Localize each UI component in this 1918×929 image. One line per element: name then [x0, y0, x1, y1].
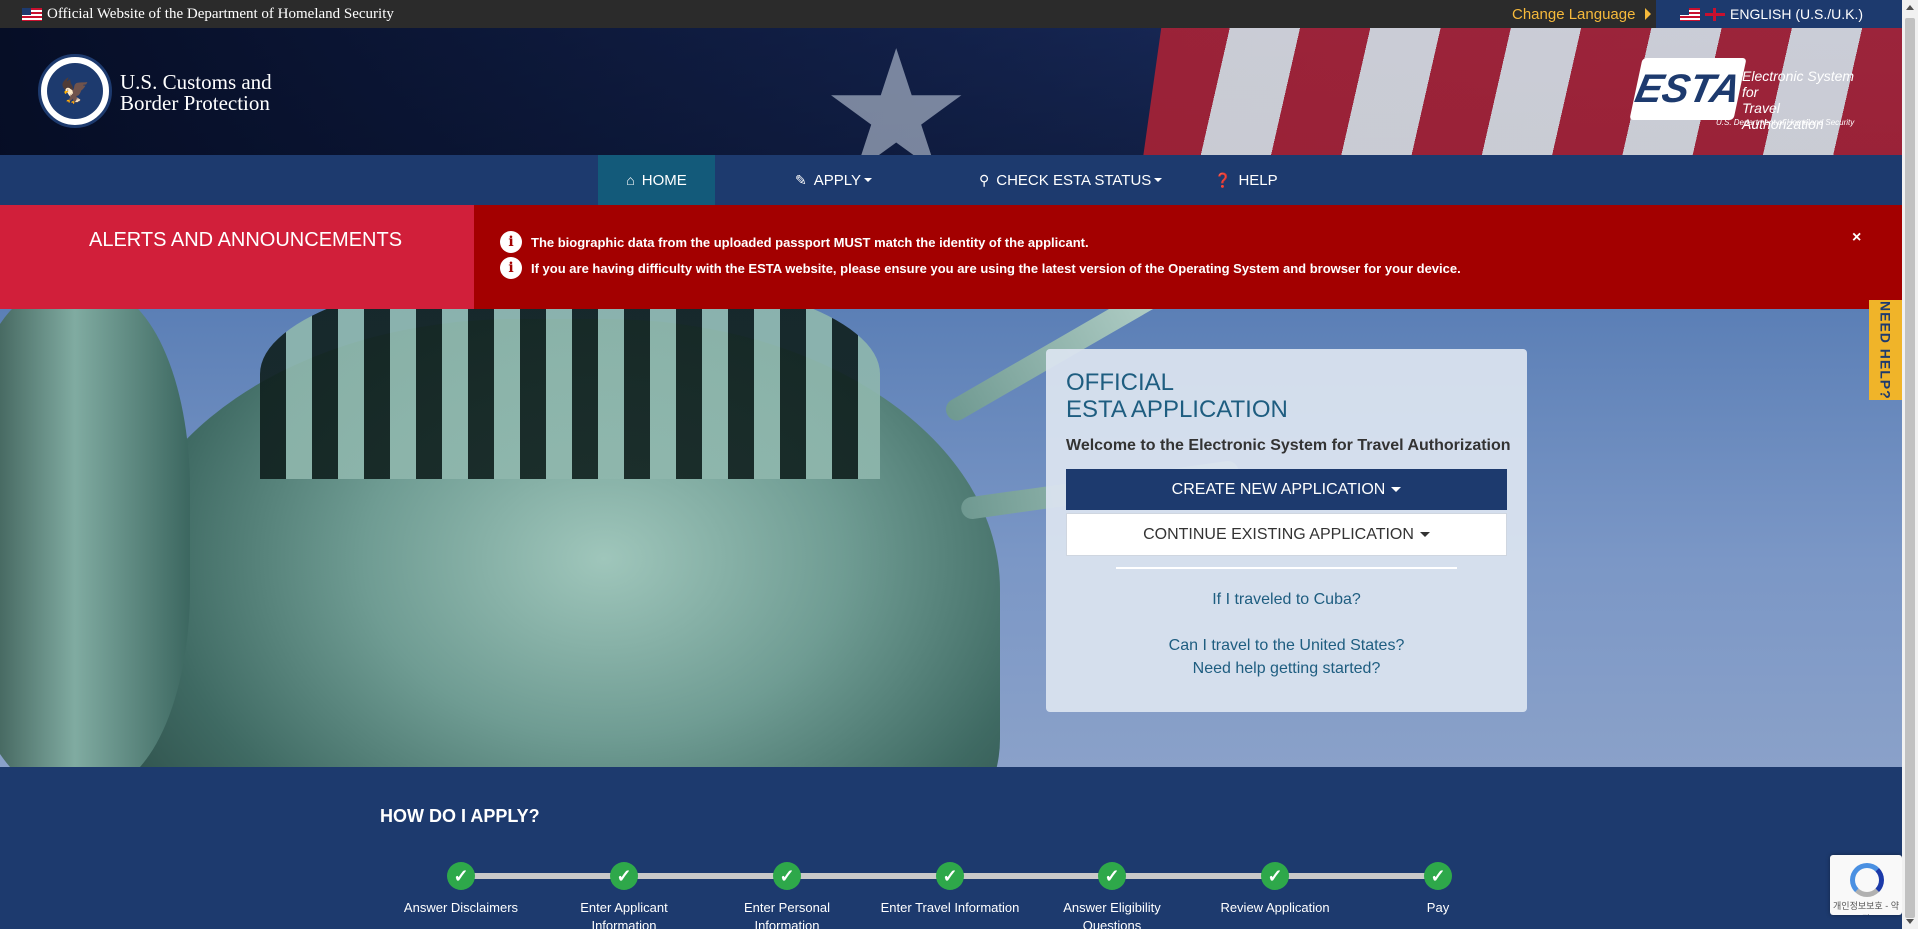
esta-logo-line1: Electronic System for [1742, 68, 1855, 100]
change-language-label: Change Language [1512, 5, 1636, 23]
site-header: ★ 🦅 U.S. Customs and Border Protection E… [0, 28, 1902, 155]
language-selector[interactable]: ENGLISH (U.S./U.K.) [1656, 0, 1902, 28]
card-title-line2: ESTA APPLICATION [1066, 396, 1288, 423]
caret-down-icon [1391, 487, 1402, 492]
caret-right-icon [1645, 8, 1652, 20]
alerts-title: ALERTS AND ANNOUNCEMENTS [89, 229, 403, 251]
main-nav: ⌂ HOME ✎ APPLY ⚲ CHECK ESTA STATUS ❓ HEL… [0, 155, 1902, 205]
step-enter-personal-information: ✓ Enter Personal Information [717, 862, 857, 929]
esta-application-card: OFFICIAL ESTA APPLICATION Welcome to the… [1046, 349, 1527, 712]
nav-apply[interactable]: ✎ APPLY [795, 155, 872, 205]
step-label: Review Application [1220, 900, 1330, 915]
check-icon: ✓ [1098, 862, 1126, 890]
recaptcha-icon [1850, 863, 1884, 897]
check-icon: ✓ [1424, 862, 1452, 890]
scrollbar-thumb[interactable] [1905, 18, 1915, 918]
step-label: Enter Applicant Information [580, 900, 668, 929]
scroll-up-icon[interactable] [1906, 5, 1914, 10]
card-title: OFFICIAL ESTA APPLICATION [1066, 369, 1288, 423]
step-enter-travel-information: ✓ Enter Travel Information [880, 862, 1020, 917]
us-flag-icon [1680, 7, 1700, 21]
nav-check-status[interactable]: ⚲ CHECK ESTA STATUS [979, 155, 1163, 205]
recaptcha-badge[interactable]: 개인정보보호 - 약관 [1830, 855, 1902, 915]
flag-star-background: ★ [820, 28, 973, 155]
continue-existing-application-button[interactable]: CONTINUE EXISTING APPLICATION [1066, 513, 1507, 556]
home-icon: ⌂ [626, 172, 635, 188]
statue-crown-image [260, 309, 880, 479]
check-icon: ✓ [447, 862, 475, 890]
esta-logo-subtitle: U.S. Department of Homeland Security [1716, 118, 1855, 127]
us-flag-icon [22, 7, 42, 21]
card-title-line1: OFFICIAL [1066, 369, 1175, 396]
alert-message-text: If you are having difficulty with the ES… [531, 260, 1461, 276]
step-label: Answer Disclaimers [403, 900, 519, 915]
how-to-apply-section: HOW DO I APPLY? ✓ Answer Disclaimers ✓ E… [0, 767, 1902, 929]
page-scrollbar[interactable] [1902, 0, 1918, 929]
cuba-travel-link[interactable]: If I traveled to Cuba? [1046, 591, 1527, 609]
cbp-logo-text[interactable]: U.S. Customs and Border Protection [120, 72, 272, 114]
eagle-icon: 🦅 [47, 63, 103, 119]
how-to-apply-heading: HOW DO I APPLY? [380, 806, 540, 826]
create-new-application-label: CREATE NEW APPLICATION [1171, 480, 1386, 498]
step-label: Answer Eligibility Questions [1063, 900, 1161, 929]
nav-check-status-label: CHECK ESTA STATUS [996, 171, 1152, 189]
step-pay: ✓ Pay [1368, 862, 1508, 917]
step-enter-applicant-information: ✓ Enter Applicant Information [554, 862, 694, 929]
check-icon: ✓ [936, 862, 964, 890]
can-i-travel-link[interactable]: Can I travel to the United States? [1046, 637, 1527, 655]
esta-logo-mark: ESTA [1629, 58, 1747, 120]
check-icon: ✓ [610, 862, 638, 890]
continue-existing-application-label: CONTINUE EXISTING APPLICATION [1143, 525, 1414, 543]
info-icon: i [500, 257, 522, 279]
create-new-application-button[interactable]: CREATE NEW APPLICATION [1066, 469, 1507, 510]
need-help-tab[interactable]: NEED HELP? [1869, 300, 1902, 400]
scroll-down-icon[interactable] [1906, 919, 1914, 924]
official-website-notice: Official Website of the Department of Ho… [22, 0, 394, 28]
hero-section [0, 309, 1902, 767]
step-label: Enter Personal Information [744, 900, 830, 929]
check-icon: ✓ [1261, 862, 1289, 890]
nav-help-label: HELP [1238, 171, 1278, 189]
esta-logo-line2: Travel Authorization [1742, 100, 1824, 132]
step-review-application: ✓ Review Application [1205, 862, 1345, 917]
step-label: Pay [1426, 900, 1450, 915]
dhs-seal-logo[interactable]: 🦅 [38, 54, 112, 128]
alert-message-text: The biographic data from the uploaded pa… [531, 234, 1089, 250]
recaptcha-text[interactable]: 개인정보보호 - 약관 [1830, 899, 1902, 915]
statue-arm-image [0, 309, 190, 767]
current-language: ENGLISH (U.S./U.K.) [1730, 6, 1864, 22]
change-language-link[interactable]: Change Language [1512, 0, 1652, 28]
nav-help[interactable]: ❓ HELP [1214, 155, 1278, 205]
question-circle-icon: ❓ [1214, 171, 1232, 188]
nav-home-label: HOME [641, 171, 687, 189]
agency-name-line1: U.S. Customs and [120, 70, 272, 94]
close-alerts-button[interactable]: × [1852, 229, 1861, 247]
check-icon: ✓ [773, 862, 801, 890]
alerts-title-box: ALERTS AND ANNOUNCEMENTS [0, 205, 474, 309]
nav-home[interactable]: ⌂ HOME [598, 155, 715, 205]
agency-name-line2: Border Protection [120, 91, 270, 115]
info-icon: i [500, 231, 522, 253]
nav-apply-label: APPLY [813, 171, 861, 189]
welcome-text: Welcome to the Electronic System for Tra… [1066, 437, 1511, 454]
official-website-text: Official Website of the Department of Ho… [47, 5, 394, 22]
caret-down-icon [863, 178, 872, 182]
caret-down-icon [1154, 178, 1163, 182]
official-banner: Official Website of the Department of Ho… [0, 0, 1902, 28]
step-answer-disclaimers: ✓ Answer Disclaimers [391, 862, 531, 917]
alert-message: i The biographic data from the uploaded … [500, 230, 1089, 254]
step-label: Enter Travel Information [880, 900, 1020, 915]
esta-logo[interactable]: ESTA Electronic System for Travel Author… [1629, 56, 1862, 132]
card-divider [1116, 567, 1457, 569]
alert-message: i If you are having difficulty with the … [500, 256, 1461, 280]
caret-down-icon [1419, 532, 1430, 537]
pencil-icon: ✎ [795, 171, 807, 188]
step-answer-eligibility-questions: ✓ Answer Eligibility Questions [1042, 862, 1182, 929]
uk-flag-icon [1705, 7, 1725, 21]
search-icon: ⚲ [979, 171, 990, 188]
help-getting-started-link[interactable]: Need help getting started? [1046, 660, 1527, 678]
alerts-banner: ALERTS AND ANNOUNCEMENTS i The biographi… [0, 205, 1902, 309]
